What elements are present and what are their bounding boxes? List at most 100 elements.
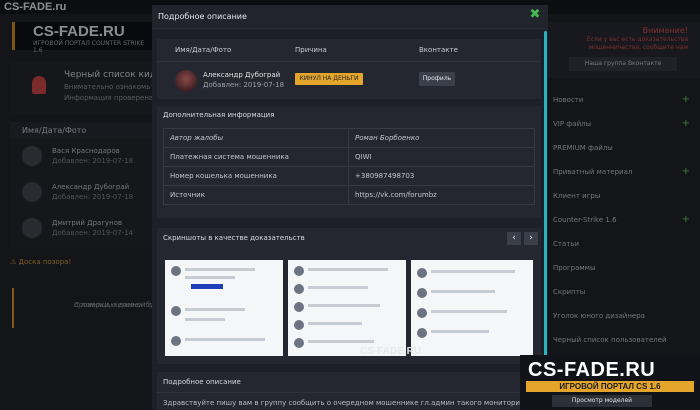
divider [157,61,541,62]
info-table: Автор жалобы Роман Борбоенко Платежная с… [163,128,535,205]
divider [157,392,541,393]
description-title: Подробное описание [163,378,241,386]
profile-button[interactable]: Профиль [419,72,455,86]
avatar [22,182,42,202]
column-header-name: Имя/Дата/Фото [175,46,232,54]
chat-avatar [294,320,304,330]
list-item[interactable]: Вася Краснодаров Добавлен: 2019-07-18 [10,138,155,174]
list-item[interactable]: Александр Дубограй Добавлен: 2019-07-18 [10,174,155,210]
attention-box: Внимание! Если у вас есть доказательства… [547,22,700,78]
chat-line [308,286,368,289]
chat-line [308,322,362,325]
watermark: CS-FADE.RU [360,346,422,357]
side-menu-item[interactable]: Counter-Strike 1.6 + [547,210,700,234]
chat-avatar [294,302,304,312]
chat-line [308,268,388,271]
side-menu: Новости + VIP файлы + PREMIUM файлы Приват… [547,90,700,354]
side-menu-item[interactable]: Новости + [547,90,700,114]
logo-text: CS-FADE.RU [33,23,125,40]
screenshot-thumbnail[interactable] [288,260,406,356]
chevron-right-icon[interactable]: › [524,232,538,245]
info-key: Платежная система мошенника [163,147,349,167]
close-icon[interactable]: ✖ [528,8,542,22]
vk-group-button[interactable]: Наша группа Вконтакте [569,57,677,71]
chat-line [431,270,515,273]
table-row: Источник https://vk.com/forumbz [163,185,535,205]
info-value: +380987498703 [348,166,535,186]
accused-panel: Имя/Дата/Фото Причина Вконтакте Александ… [157,39,541,99]
modal-scrollbar[interactable] [544,31,547,361]
chat-line [431,290,495,293]
screenshot-thumbnail[interactable] [165,260,283,356]
chat-line [431,310,507,313]
side-menu-item[interactable]: PREMIUM файлы [547,138,700,162]
warning-box: С помощью данной системы вы проверки, чел… [12,288,205,328]
chat-line [185,308,245,311]
side-menu-item[interactable]: Статьи [547,234,700,258]
chat-line [308,340,374,343]
site-logo[interactable]: CS-FADE.RU ИГРОВОЙ ПОРТАЛ COUNTER STRIKE… [12,22,152,54]
avatar [22,146,42,166]
side-menu-item[interactable]: VIP файлы + [547,114,700,138]
list-item[interactable]: Дмитрий Драгунов Добавлен: 2019-07-14 [10,210,155,246]
chat-avatar [171,336,181,346]
attention-title: Внимание! [642,26,688,35]
table-row: Номер кошелька мошенника +380987498703 [163,166,535,186]
avatar [175,70,197,92]
source-link[interactable]: https://vk.com/forumbz [348,185,535,205]
info-key: Источник [163,185,349,205]
description-panel: Подробное описание Здравствуйте пишу вам… [157,372,541,410]
list-item-date: Добавлен: 2019-07-18 [52,193,134,201]
column-header-vk: Вконтакте [419,46,458,54]
chat-line [185,276,235,279]
list-header: Имя/Дата/Фото [10,122,155,138]
plus-icon: + [681,214,690,225]
list-item-name: Александр Дубограй [52,183,130,191]
column-header-reason: Причина [295,46,327,54]
shame-board-label: ⚠ Доска позора! [10,258,72,266]
screenshot-thumbnail[interactable] [411,260,533,356]
chevron-left-icon[interactable]: ‹ [507,232,521,245]
blacklist-info: Черный список кидал Внимательно ознакомь… [10,62,167,114]
info-title: Дополнительная информация [163,111,275,119]
chat-avatar [417,308,427,318]
side-menu-item[interactable]: Уголок юного дизайнера [547,306,700,330]
accused-name: Александр Дубограй [203,71,281,79]
chat-line [185,338,265,341]
plus-icon: + [681,166,690,177]
chat-line [308,304,380,307]
screenshots-title: Скриншоты в качестве доказательств [163,234,305,242]
side-menu-item[interactable]: Черный список пользователей [547,330,700,354]
info-value: QIWI [348,147,535,167]
plus-icon: + [681,118,690,129]
side-menu-item[interactable]: Приватный материал + [547,162,700,186]
reason-badge: КИНУЛ НА ДЕНЬГИ [295,73,363,85]
models-view-button[interactable]: Просмотр моделей [552,395,652,407]
chat-line [431,330,489,333]
chat-avatar [294,266,304,276]
info-key: Номер кошелька мошенника [163,166,349,186]
modal-header: Подробное описание ✖ [152,5,548,29]
list-item-date: Добавлен: 2019-07-14 [52,229,134,237]
chat-avatar [417,288,427,298]
logo-subtext: ИГРОВОЙ ПОРТАЛ COUNTER STRIKE 1.6 [33,40,145,54]
side-menu-item[interactable]: Клиент игры [547,186,700,210]
screenshots-panel: Скриншоты в качестве доказательств ‹ › [157,228,541,364]
plus-icon: + [681,94,690,105]
corner-logo: CS-FADE.RU ИГРОВОЙ ПОРТАЛ CS 1.6 Просмот… [520,355,700,410]
additional-info-panel: Дополнительная информация Автор жалобы Р… [157,106,541,218]
attention-text: Если у вас есть доказательства мошенничес… [586,36,688,51]
chat-avatar [294,338,304,348]
chat-line [185,268,255,271]
chat-avatar [417,328,427,338]
side-menu-item[interactable]: Скрипты [547,282,700,306]
chat-avatar [417,268,427,278]
corner-logo-subtext: ИГРОВОЙ ПОРТАЛ CS 1.6 [526,381,694,392]
chat-avatar [171,266,181,276]
site-title[interactable]: CS-FADE.ru [4,1,66,13]
ghost-icon [32,76,46,94]
table-row: Автор жалобы Роман Борбоенко [163,128,535,148]
info-key: Автор жалобы [163,128,349,148]
blacklist-list: Имя/Дата/Фото Вася Краснодаров Добавлен:… [10,122,155,248]
side-menu-item[interactable]: Программы [547,258,700,282]
